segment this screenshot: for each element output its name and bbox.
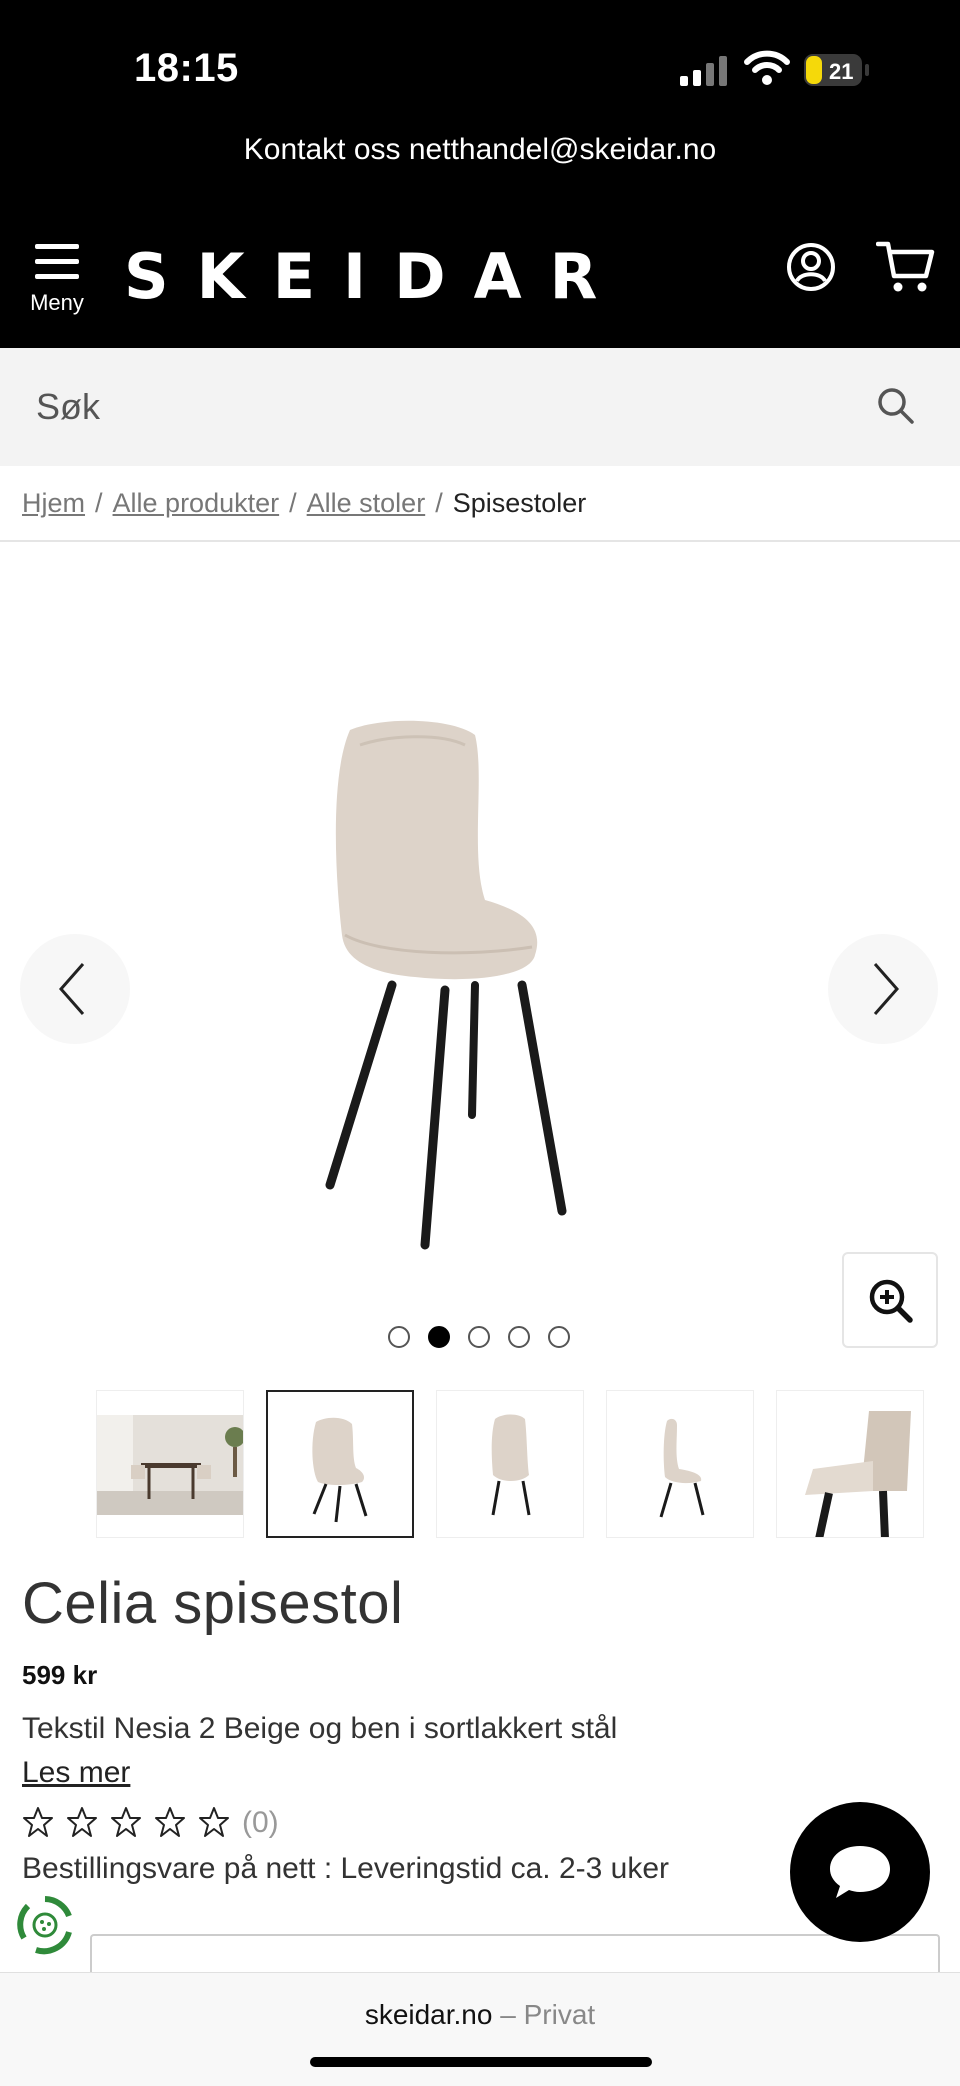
gallery-dot[interactable]: [388, 1326, 410, 1348]
search-icon[interactable]: [876, 386, 916, 426]
gallery-next-button[interactable]: [828, 934, 938, 1044]
skeidar-logo[interactable]: SKEIDAR: [124, 240, 625, 313]
contact-bar[interactable]: Kontakt oss netthandel@skeidar.no: [0, 120, 960, 180]
gallery-dot[interactable]: [508, 1326, 530, 1348]
menu-label: Meny: [30, 290, 84, 315]
browser-url[interactable]: skeidar.no – Privat: [0, 1999, 960, 2031]
star-empty-icon: [67, 1807, 97, 1837]
product-description: Tekstil Nesia 2 Beige og ben i sortlakke…: [22, 1712, 618, 1745]
battery-icon: 21: [803, 52, 871, 88]
divider: [0, 540, 960, 542]
thumbnail-chair-front[interactable]: [266, 1390, 414, 1538]
gallery-dot[interactable]: [548, 1326, 570, 1348]
read-more-link[interactable]: Les mer: [22, 1756, 130, 1790]
product-price: 599 kr: [22, 1660, 98, 1690]
chevron-right-icon: [873, 963, 899, 1015]
chevron-left-icon: [59, 963, 85, 1015]
gallery-prev-button[interactable]: [20, 934, 130, 1044]
breadcrumb-link-home[interactable]: Hjem: [22, 488, 85, 518]
zoom-in-icon: [869, 1279, 913, 1323]
breadcrumb-separator: /: [289, 488, 297, 518]
star-empty-icon: [23, 1807, 53, 1837]
product-image-chair[interactable]: [300, 715, 660, 1255]
browser-bar: skeidar.no – Privat: [0, 1972, 960, 2086]
breadcrumb-link-all-products[interactable]: Alle produkter: [113, 488, 280, 518]
status-bar: 18:15 21: [0, 0, 960, 140]
breadcrumb-separator: /: [435, 488, 443, 518]
thumbnail-chair-profile[interactable]: [606, 1390, 754, 1538]
site-header: Meny SKEIDAR: [0, 180, 960, 348]
hamburger-icon: [35, 244, 79, 279]
chat-bubble-icon: [830, 1846, 890, 1898]
thumbnail-chair-detail[interactable]: [776, 1390, 924, 1538]
search-bar: [0, 348, 960, 466]
rating-count: (0): [242, 1806, 279, 1839]
gallery-dot-active[interactable]: [428, 1326, 450, 1348]
account-icon[interactable]: [786, 242, 836, 292]
status-time: 18:15: [134, 46, 239, 90]
availability-text: Bestillingsvare på nett : Leveringstid c…: [22, 1852, 670, 1885]
thumbnail-chair-side[interactable]: [436, 1390, 584, 1538]
battery-level: 21: [829, 59, 853, 84]
product-title: Celia spisestol: [22, 1571, 404, 1636]
breadcrumb-current: Spisestoler: [452, 488, 587, 518]
star-empty-icon: [155, 1807, 185, 1837]
breadcrumb: Hjem / Alle produkter / Alle stoler / Spisesto…: [22, 488, 586, 519]
thumbnail-room[interactable]: [96, 1390, 244, 1538]
zoom-button[interactable]: [842, 1252, 938, 1348]
browser-domain: skeidar.no: [364, 1999, 493, 2030]
breadcrumb-link-all-chairs[interactable]: Alle stoler: [307, 488, 426, 518]
cart-icon[interactable]: [876, 240, 936, 294]
signal-icon: [680, 56, 727, 86]
wifi-icon: [744, 50, 790, 85]
chat-button[interactable]: [790, 1802, 930, 1942]
star-empty-icon: [111, 1807, 141, 1837]
browser-separator: –: [492, 1999, 524, 2030]
browser-private-label: Privat: [523, 1999, 596, 2030]
star-empty-icon: [199, 1807, 229, 1837]
breadcrumb-separator: /: [95, 488, 103, 518]
gallery-dot[interactable]: [468, 1326, 490, 1348]
home-indicator[interactable]: [310, 2057, 652, 2067]
search-input[interactable]: [36, 382, 836, 432]
thumbnail-strip: [96, 1390, 960, 1540]
menu-button[interactable]: Meny: [22, 242, 92, 332]
eco-badge-icon[interactable]: [14, 1894, 76, 1956]
